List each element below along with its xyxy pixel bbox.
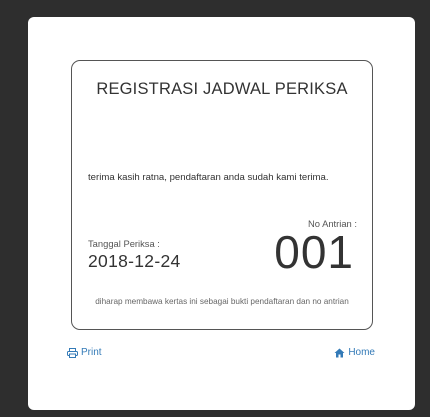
print-link[interactable]: Print [67, 347, 102, 358]
exam-date-label: Tanggal Periksa : [88, 238, 160, 249]
queue-number-value: 001 [274, 226, 354, 278]
ticket-title: REGISTRASI JADWAL PERIKSA [96, 80, 348, 98]
greeting-message: terima kasih ratna, pendaftaran anda sud… [88, 172, 329, 183]
ticket-note: diharap membawa kertas ini sebagai bukti… [95, 297, 349, 306]
exam-date-value: 2018-12-24 [88, 251, 181, 271]
home-label: Home [348, 347, 375, 358]
print-icon [67, 347, 78, 358]
modal-dialog: REGISTRASI JADWAL PERIKSA terima kasih r… [28, 17, 415, 410]
print-label: Print [81, 347, 102, 358]
home-icon [334, 348, 345, 358]
registration-ticket: REGISTRASI JADWAL PERIKSA terima kasih r… [71, 60, 373, 330]
home-link[interactable]: Home [334, 347, 375, 358]
